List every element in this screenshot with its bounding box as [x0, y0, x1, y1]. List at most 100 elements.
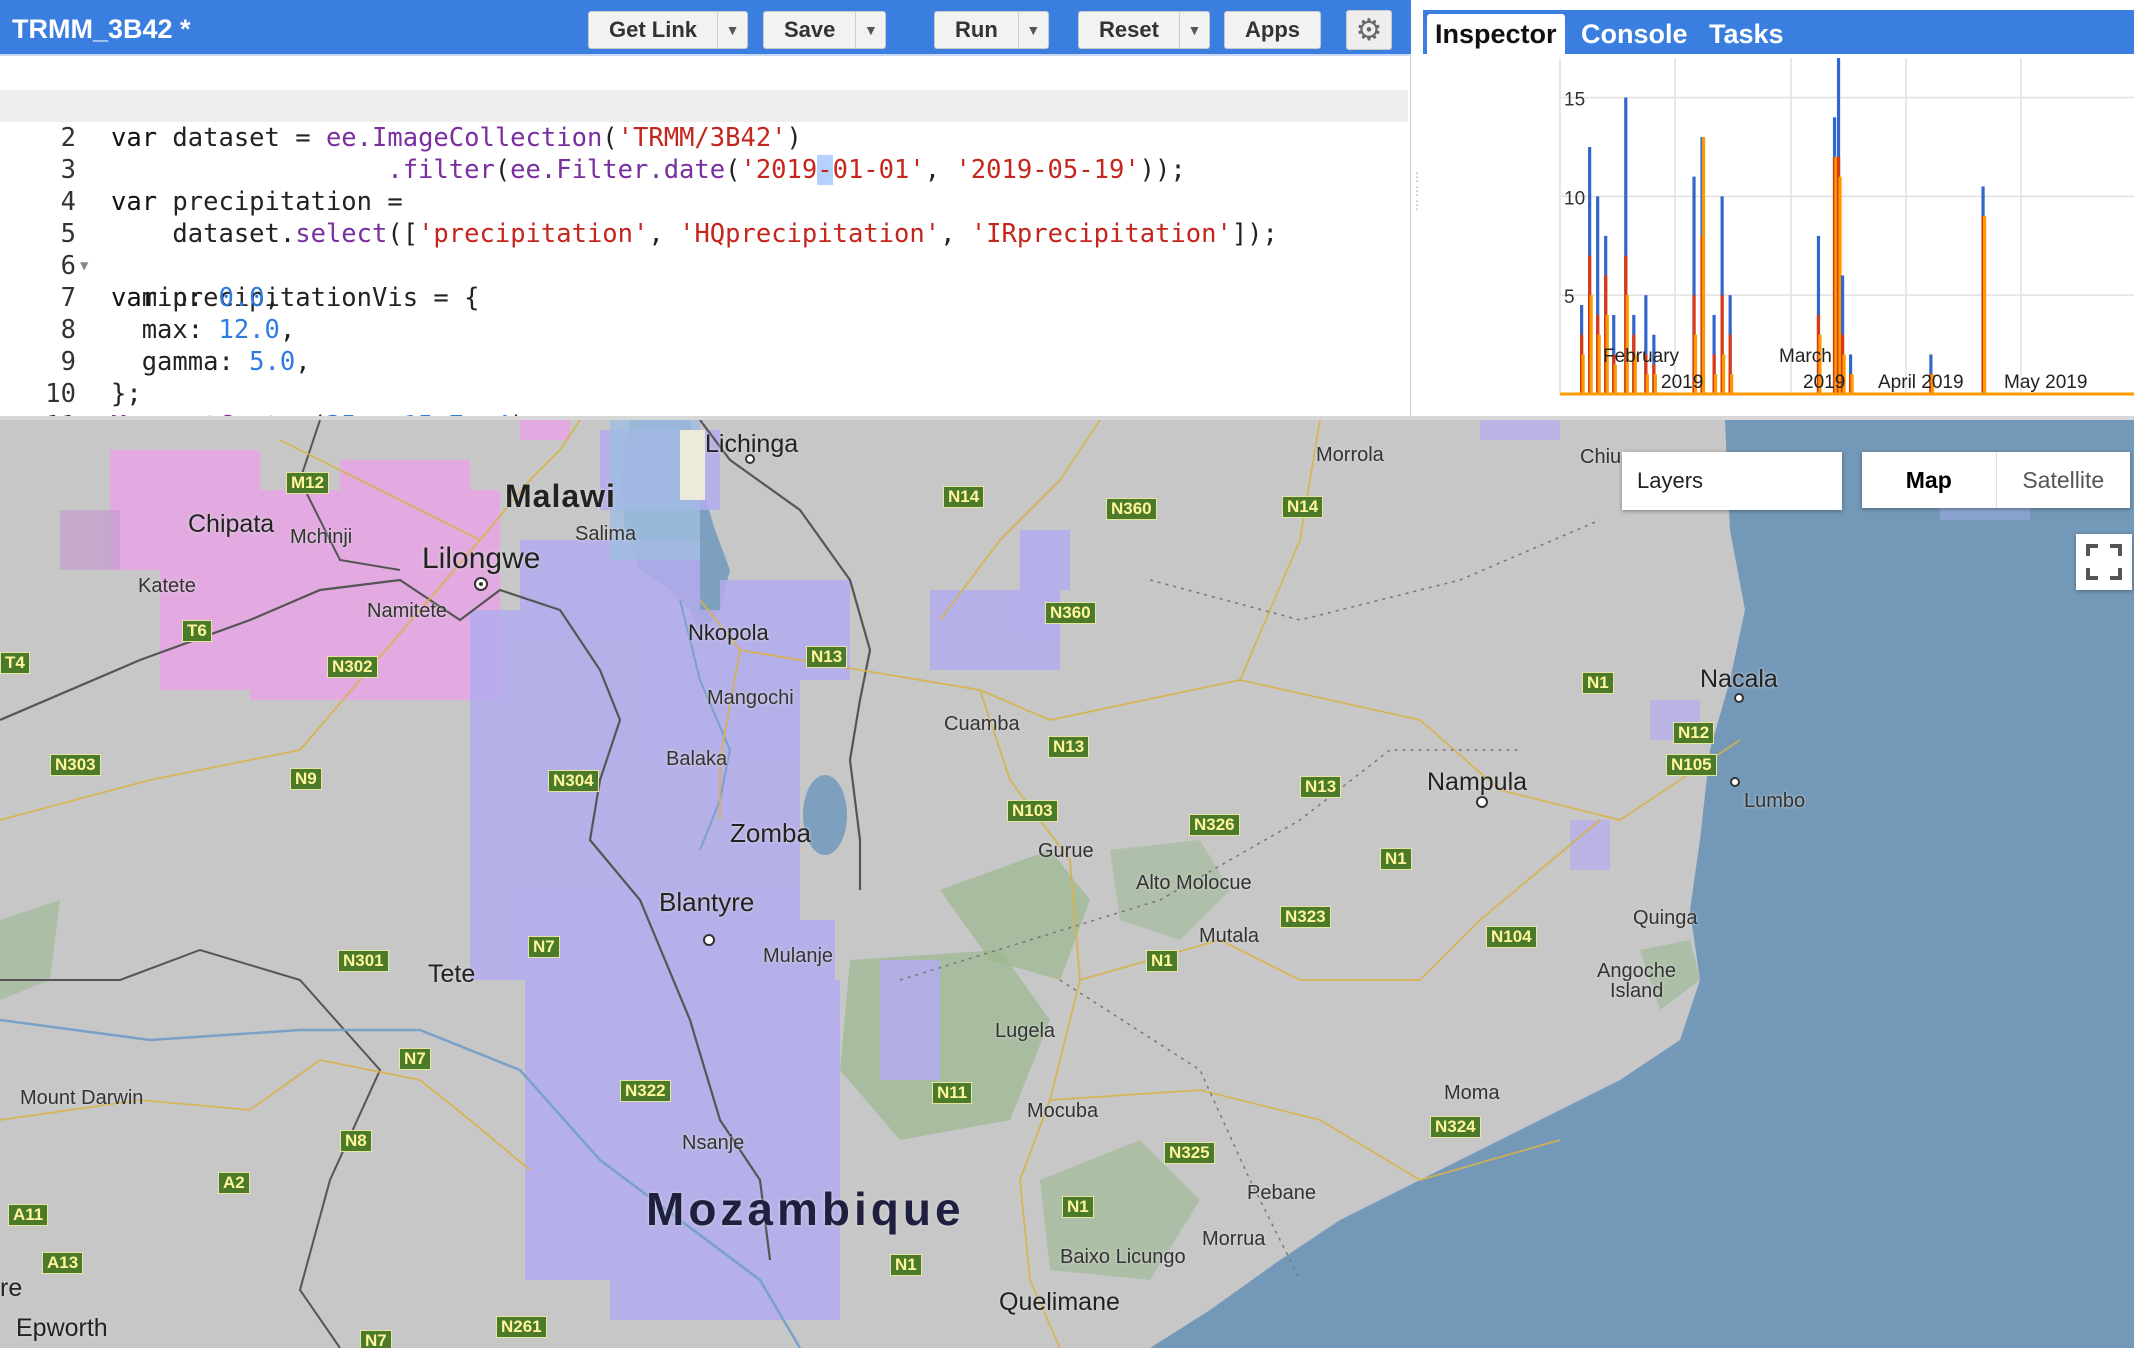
- chart-x-tick: March: [1779, 346, 1832, 367]
- place-label: Nkopola: [688, 620, 769, 645]
- place-label: Blantyre: [659, 887, 755, 917]
- road-shield: N7: [399, 1048, 431, 1070]
- chart-y-tick: 10: [1564, 188, 1585, 209]
- place-label: Gurue: [1038, 840, 1094, 862]
- road-shield: N8: [340, 1130, 372, 1152]
- code-line[interactable]: 6 min: 0.0,: [0, 218, 1408, 313]
- road-shield: N11: [932, 1082, 973, 1104]
- chart-y-tick: 5: [1564, 287, 1575, 308]
- code-line[interactable]: 8 gamma: 5.0,: [0, 282, 1408, 377]
- country-label: Mozambique: [646, 1183, 965, 1235]
- chart-bar-ir: [1982, 216, 1987, 394]
- get-link-dropdown-icon[interactable]: ▼: [717, 12, 747, 48]
- place-label: Nacala: [1700, 665, 1778, 693]
- place-label: Baixo Licungo: [1060, 1246, 1186, 1268]
- place-label: Quinga: [1633, 907, 1698, 929]
- road-shield: N1: [1062, 1196, 1094, 1218]
- code-line[interactable]: 3 var precipitation =: [0, 122, 1408, 217]
- chart-bar-ir: [1597, 334, 1601, 394]
- code-line[interactable]: 9 };: [0, 314, 1408, 409]
- chart-bar-ir: [1581, 354, 1585, 394]
- road-shield: N261: [496, 1316, 547, 1338]
- map-view[interactable]: Lichinga Malawi Chipata Mchinji Salima L…: [0, 420, 2134, 1348]
- chart-x-tick: April 2019: [1878, 372, 1964, 393]
- apps-button[interactable]: Apps: [1224, 11, 1321, 49]
- save-dropdown-icon[interactable]: ▼: [855, 12, 885, 48]
- reset-label: Reset: [1099, 17, 1159, 42]
- chart-y-tick: 15: [1564, 90, 1585, 111]
- apps-label: Apps: [1245, 17, 1300, 42]
- code-area[interactable]: 1 var dataset = ee.ImageCollection('TRMM…: [0, 58, 1408, 473]
- reset-dropdown-icon[interactable]: ▼: [1178, 12, 1209, 48]
- place-label: Mount Darwin: [20, 1087, 144, 1109]
- place-label: Island: [1610, 980, 1664, 1002]
- tab-inspector[interactable]: Inspector: [1427, 14, 1565, 54]
- road-shield: N326: [1189, 814, 1240, 836]
- code-line[interactable]: 10 Map.setCenter(35, -15.7, 4);: [0, 346, 1408, 441]
- road-shield: N360: [1045, 602, 1096, 624]
- road-shield: N13: [806, 646, 848, 668]
- reset-button[interactable]: Reset ▼: [1078, 11, 1210, 49]
- place-label: Tete: [428, 960, 476, 988]
- road-shield: A2: [218, 1172, 250, 1194]
- app-root: TRMM_3B42 * Get Link ▼ Save ▼ Run ▼ Rese…: [0, 0, 2134, 1348]
- place-label: Katete: [138, 575, 196, 597]
- place-label: Nsanje: [682, 1132, 745, 1154]
- code-line[interactable]: 7 max: 12.0,: [0, 250, 1408, 345]
- road-shield: N324: [1430, 1116, 1481, 1138]
- get-link-label: Get Link: [609, 17, 698, 42]
- place-label: Alto Molocue: [1136, 872, 1252, 894]
- road-shield: A13: [42, 1252, 84, 1274]
- road-shield: N1: [1582, 672, 1614, 694]
- place-label: Namitete: [367, 600, 448, 622]
- road-shield: N325: [1164, 1142, 1215, 1164]
- chart-bar-ir: [1645, 374, 1649, 394]
- road-shield: N323: [1280, 906, 1331, 928]
- chart-bar-ir: [1730, 374, 1734, 394]
- code-line[interactable]: 1 var dataset = ee.ImageCollection('TRMM…: [0, 58, 1408, 153]
- road-shield: N1: [890, 1254, 922, 1276]
- place-label: Morrua: [1202, 1228, 1266, 1250]
- place-label: Lichinga: [705, 430, 799, 458]
- place-label: Mulanje: [763, 945, 834, 967]
- place-label: Lumbo: [1744, 790, 1806, 812]
- road-shield: N303: [50, 754, 101, 776]
- code-line-active[interactable]: 2 .filter(ee.Filter.date('2019-01-01', '…: [0, 90, 1408, 185]
- road-shield: T4: [0, 652, 30, 674]
- map-type-satellite-button[interactable]: Satellite: [1995, 452, 2131, 508]
- tab-console[interactable]: Console: [1573, 14, 1696, 54]
- run-button[interactable]: Run ▼: [934, 11, 1049, 49]
- script-title[interactable]: TRMM_3B42 *: [12, 14, 191, 45]
- run-dropdown-icon[interactable]: ▼: [1017, 12, 1048, 48]
- panel-resize-handle[interactable]: ⋮ ⋮ ⋮: [1411, 170, 1423, 250]
- layers-dropdown[interactable]: Layers: [1622, 452, 1842, 510]
- place-label: Mutala: [1199, 925, 1260, 947]
- chart-bar-ir: [1625, 295, 1629, 394]
- save-label: Save: [784, 17, 836, 42]
- map-type-map-button[interactable]: Map: [1862, 452, 1996, 508]
- get-link-button[interactable]: Get Link ▼: [588, 11, 749, 49]
- gear-icon[interactable]: ⚙: [1346, 10, 1392, 50]
- save-button[interactable]: Save ▼: [763, 11, 887, 49]
- road-shield: N1: [1380, 848, 1412, 870]
- right-panel: Inspector Console Tasks 5 10 15 February 201…: [1423, 0, 2134, 418]
- code-line[interactable]: 5 ▼ var precipitationVis = {: [0, 186, 1408, 313]
- tab-tasks[interactable]: Tasks: [1701, 14, 1792, 54]
- place-label: Pebane: [1247, 1182, 1316, 1204]
- road-shield: N12: [1673, 722, 1715, 744]
- road-shield: N7: [528, 936, 560, 958]
- road-shield: N322: [620, 1080, 671, 1102]
- place-label: Quelimane: [999, 1288, 1120, 1316]
- road-shield: M12: [286, 472, 330, 494]
- country-label: Malawi: [505, 478, 616, 514]
- code-line[interactable]: 4 dataset.select(['precipitation', 'HQpr…: [0, 154, 1408, 249]
- chart-x-tick: 2019: [1661, 372, 1703, 393]
- code-line[interactable]: 11 Map.addLayer(precipitation, precipita…: [0, 378, 1408, 473]
- place-label: Balaka: [666, 748, 728, 770]
- place-label: Zomba: [730, 818, 811, 848]
- fullscreen-icon[interactable]: [2076, 534, 2132, 590]
- place-label: Lugela: [995, 1020, 1056, 1042]
- road-shield: N14: [943, 486, 985, 508]
- chart-bar-ir: [1850, 374, 1854, 394]
- road-shield: N304: [548, 770, 599, 792]
